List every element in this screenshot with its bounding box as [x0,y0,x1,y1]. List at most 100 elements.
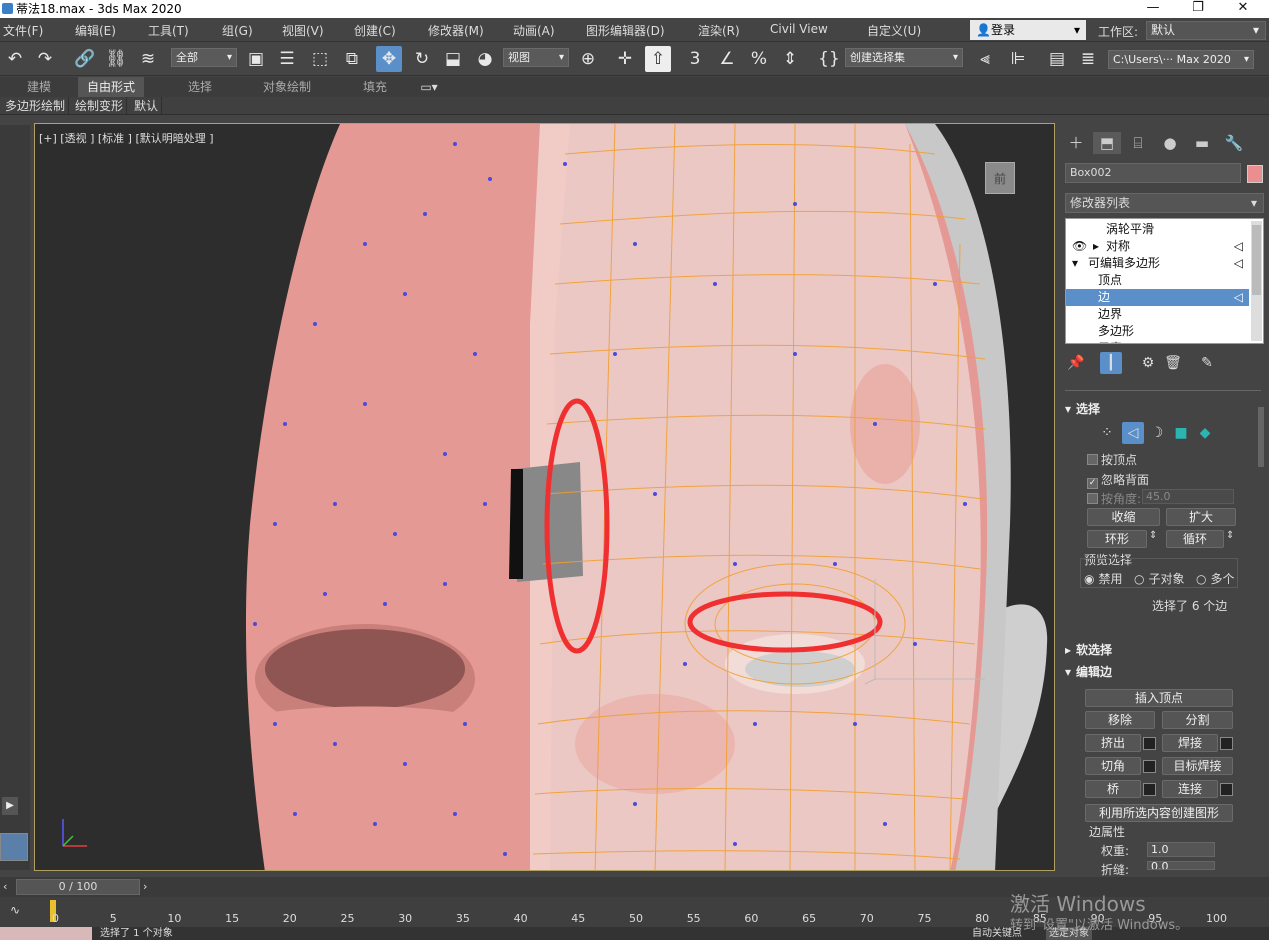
snap-3d-icon[interactable]: 3 [682,46,708,72]
rollout-soft-selection[interactable]: ▸ 软选择 [1065,641,1261,659]
menu-customize[interactable]: 自定义(U) [867,22,921,39]
menu-animation[interactable]: 动画(A) [513,22,555,39]
workspace-select[interactable]: 默认 ▾ [1146,21,1266,40]
show-end-result-icon[interactable]: ┃ [1100,352,1122,374]
bridge-settings-icon[interactable] [1143,783,1156,796]
perspective-viewport[interactable]: [+] [透视 ] [标准 ] [默认明暗处理 ] 前 [34,123,1055,871]
keyboard-shortcut-icon[interactable]: ⇧ [645,46,671,72]
menu-file[interactable]: 文件(F) [3,22,43,39]
display-tab-icon[interactable]: ▬ [1188,132,1216,154]
scale-icon[interactable]: ⬓ [440,46,466,72]
stack-item-border[interactable]: 边界 [1066,306,1249,323]
configure-sets-icon[interactable]: ✎ [1196,352,1218,374]
subtab-defaults[interactable]: 默认 [131,97,163,115]
stack-item-element[interactable]: 元素 [1066,340,1249,343]
stack-item-polygon[interactable]: 多边形 [1066,323,1249,340]
utilities-tab-icon[interactable]: 🔧 [1220,132,1248,154]
select-manipulate-icon[interactable]: ✛ [612,46,638,72]
place-icon[interactable]: ◕ [472,46,498,72]
vertex-mode-icon[interactable]: ⁘ [1096,422,1118,444]
rotate-icon[interactable]: ↻ [409,46,435,72]
stack-item-turbosmooth[interactable]: 涡轮平滑 [1066,221,1249,238]
element-mode-icon[interactable]: ◆ [1194,422,1216,444]
time-slider[interactable]: 0 / 100 [16,879,140,895]
tab-freeform[interactable]: 自由形式 [78,77,144,97]
menu-modifiers[interactable]: 修改器(M) [428,22,484,39]
loop-spinner-icon[interactable]: ⇕ [1226,530,1234,541]
stack-item-editable-poly[interactable]: ▾ 可编辑多边形 ◁ [1066,255,1249,272]
chamfer-settings-icon[interactable] [1143,760,1156,773]
extrude-button[interactable]: 挤出 [1085,734,1141,752]
by-angle-checkbox[interactable]: 按角度: [1087,490,1141,507]
menu-views[interactable]: 视图(V) [282,22,324,39]
modifier-list-dropdown[interactable]: 修改器列表 [1065,193,1264,213]
menu-rendering[interactable]: 渲染(R) [698,22,740,39]
named-selection-icon[interactable]: {} [816,46,842,72]
tab-populate[interactable]: 填充 [345,77,405,97]
next-frame-icon[interactable]: › [143,880,147,893]
undo-icon[interactable]: ↶ [2,46,28,72]
panel-scrollbar[interactable] [1258,407,1264,467]
selection-filter-dropdown[interactable]: 全部 [171,48,237,67]
ribbon-options-icon[interactable]: ▭▾ [416,77,442,97]
weld-settings-icon[interactable] [1220,737,1233,750]
object-color-swatch[interactable] [1247,165,1263,183]
viewport-layout-icon[interactable] [0,833,28,861]
motion-tab-icon[interactable]: ● [1156,132,1184,154]
project-path-dropdown[interactable]: C:\Users\··· Max 2020 [1108,50,1254,69]
close-icon[interactable]: ✕ [1223,0,1263,18]
insert-vertex-button[interactable]: 插入顶点 [1085,689,1233,707]
select-by-name-icon[interactable]: ☰ [274,46,300,72]
modify-tab-icon[interactable]: ⬒ [1093,132,1121,154]
menu-civil-view[interactable]: Civil View [770,22,828,36]
preview-off-radio[interactable]: ◉ 禁用 [1084,570,1123,587]
ring-spinner-icon[interactable]: ⇕ [1149,530,1157,541]
scene-explorer-icon[interactable]: ▤ [1044,46,1070,72]
menu-edit[interactable]: 编辑(E) [75,22,116,39]
subtab-paint-deform[interactable]: 绘制变形 [72,97,128,115]
redo-icon[interactable]: ↷ [32,46,58,72]
rollout-edit-edges[interactable]: ▾ 编辑边 [1065,663,1261,681]
menu-tools[interactable]: 工具(T) [148,22,189,39]
by-vertex-checkbox[interactable]: 按顶点 [1087,451,1137,468]
object-name-field[interactable]: Box002 [1065,163,1241,183]
ring-button[interactable]: 环形 [1087,530,1147,548]
chamfer-button[interactable]: 切角 [1085,757,1141,775]
weld-button[interactable]: 焊接 [1162,734,1218,752]
spinner-snap-icon[interactable]: ⇕ [777,46,803,72]
create-shape-button[interactable]: 利用所选内容创建图形 [1085,804,1233,822]
hierarchy-tab-icon[interactable]: ⌸ [1124,132,1152,154]
view-cube[interactable]: 前 [985,162,1015,194]
bind-space-warp-icon[interactable]: ≋ [135,46,161,72]
pin-stack-icon[interactable]: 📌 [1065,352,1087,374]
eye-icon[interactable]: 👁 [1072,238,1087,255]
bridge-button[interactable]: 桥 [1085,780,1141,798]
percent-snap-icon[interactable]: % [746,46,772,72]
tab-object-paint[interactable]: 对象绘制 [250,77,324,97]
unlink-icon[interactable]: ⛓ [103,46,129,72]
remove-modifier-icon[interactable]: 🗑 [1162,352,1184,374]
maxscript-listener[interactable] [0,927,92,940]
maximize-icon[interactable]: ❐ [1178,0,1218,18]
make-unique-icon[interactable]: ⚙ [1137,352,1159,374]
preview-multi-radio[interactable]: ○ 多个 [1196,570,1235,587]
rollout-selection[interactable]: ▾ 选择 [1065,400,1261,418]
polygon-mode-icon[interactable]: ■ [1170,422,1192,444]
login-dropdown[interactable]: 👤登录 ▾ [970,20,1086,40]
target-weld-button[interactable]: 目标焊接 [1162,757,1233,775]
window-crossing-icon[interactable]: ⧉ [339,46,365,72]
angle-spinner[interactable]: 45.0 [1142,489,1234,504]
menu-graph-editors[interactable]: 图形编辑器(D) [586,22,665,39]
stack-item-edge[interactable]: 边 ◁ [1066,289,1249,306]
grow-button[interactable]: 扩大 [1166,508,1236,526]
angle-snap-icon[interactable]: ∠ [714,46,740,72]
loop-button[interactable]: 循环 [1166,530,1224,548]
rect-selection-icon[interactable]: ⬚ [307,46,333,72]
select-object-icon[interactable]: ▣ [243,46,269,72]
preview-subobject-radio[interactable]: ○ 子对象 [1134,570,1185,587]
prev-frame-icon[interactable]: ‹ [3,880,7,893]
menu-create[interactable]: 创建(C) [354,22,396,39]
move-icon[interactable]: ✥ [376,46,402,72]
align-icon[interactable]: ⊫ [1005,46,1031,72]
layer-explorer-icon[interactable]: ≣ [1075,46,1101,72]
